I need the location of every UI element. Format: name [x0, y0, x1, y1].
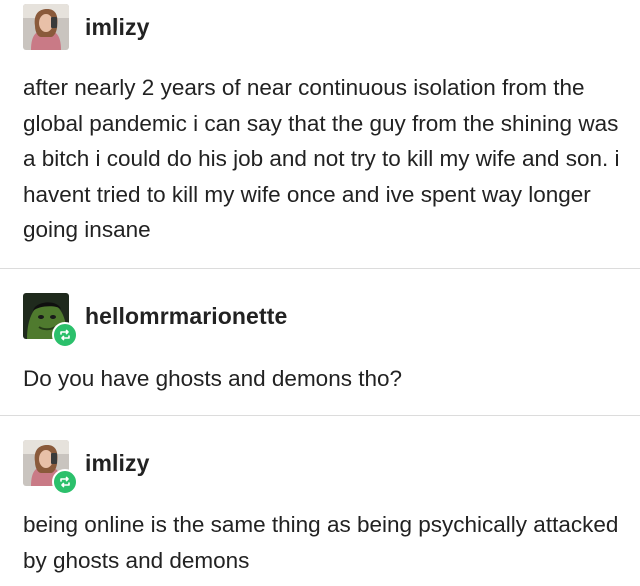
post-body: being online is the same thing as being …: [23, 512, 619, 573]
post-body: after nearly 2 years of near continuous …: [23, 75, 620, 242]
post-reply: hellomrmarionette Do you have ghosts and…: [0, 269, 640, 415]
reblog-badge: [52, 469, 78, 495]
post-header: imlizy: [23, 440, 150, 495]
post-header: imlizy: [23, 4, 150, 50]
user-avatar-photo-icon: [23, 4, 69, 50]
post-header: hellomrmarionette: [23, 293, 287, 348]
reblog-icon: [60, 476, 70, 488]
reblog-badge: [52, 322, 78, 348]
avatar[interactable]: [23, 293, 78, 348]
post-body: Do you have ghosts and demons tho?: [23, 366, 403, 391]
reblog-icon: [60, 329, 70, 341]
avatar[interactable]: [23, 4, 69, 50]
post-username[interactable]: imlizy: [85, 450, 150, 477]
reblog-thread: imlizy after nearly 2 years of near cont…: [0, 0, 640, 586]
post-username[interactable]: imlizy: [85, 14, 150, 41]
avatar[interactable]: [23, 440, 78, 495]
post-reply: imlizy being online is the same thing as…: [0, 416, 640, 586]
post-username[interactable]: hellomrmarionette: [85, 303, 287, 330]
post-original: imlizy after nearly 2 years of near cont…: [0, 0, 640, 268]
